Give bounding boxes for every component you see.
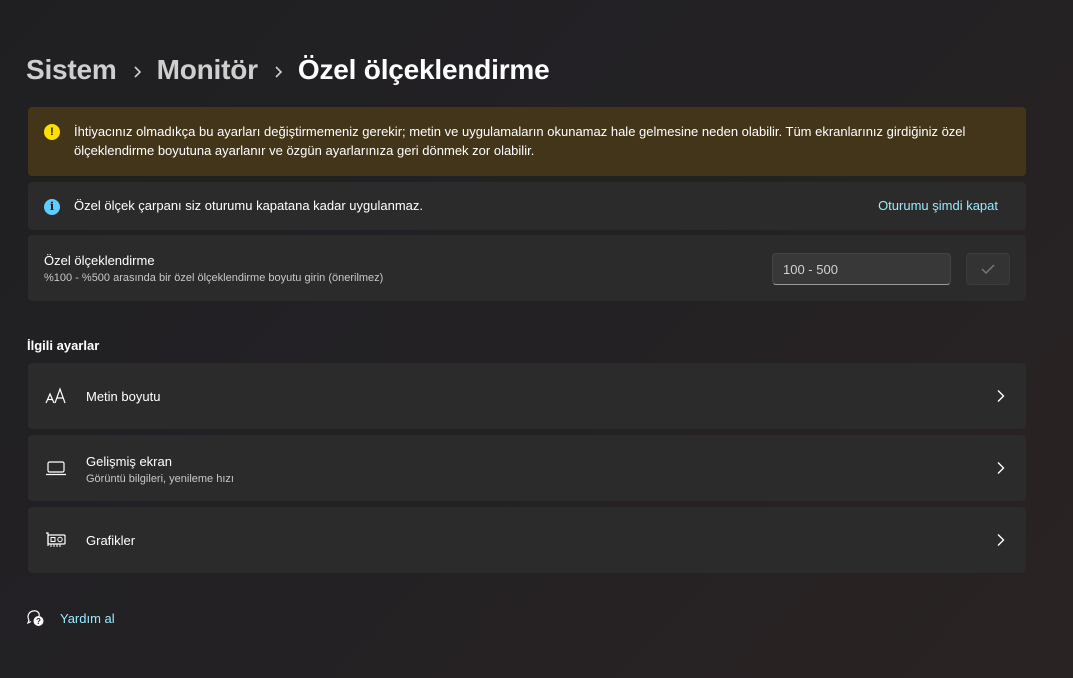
- related-item-title: Gelişmiş ekran: [86, 454, 172, 469]
- get-help-link[interactable]: ? Yardım al: [26, 608, 115, 628]
- related-item-title: Grafikler: [86, 533, 136, 548]
- text-size-icon: [44, 386, 68, 406]
- info-text: Özel ölçek çarpanı siz oturumu kapatana …: [74, 198, 424, 213]
- breadcrumb: Sistem Monitör Özel ölçeklendirme: [26, 52, 550, 88]
- breadcrumb-item-monitor[interactable]: Monitör: [157, 54, 258, 86]
- graphics-card-icon: [44, 530, 68, 550]
- related-item-advanced-display[interactable]: Gelişmiş ekran Görüntü bilgileri, yenile…: [28, 435, 1026, 501]
- custom-scaling-input[interactable]: [772, 253, 951, 285]
- related-item-graphics[interactable]: Grafikler: [28, 507, 1026, 573]
- custom-scaling-subtitle: %100 - %500 arasında bir özel ölçeklendi…: [44, 272, 384, 284]
- related-item-text-size[interactable]: Metin boyutu: [28, 363, 1026, 429]
- get-help-label: Yardım al: [60, 610, 115, 626]
- svg-text:?: ?: [36, 617, 41, 626]
- related-item-subtitle: Görüntü bilgileri, yenileme hızı: [86, 473, 234, 485]
- related-item-title: Metin boyutu: [86, 389, 161, 404]
- custom-scaling-card: Özel ölçeklendirme %100 - %500 arasında …: [28, 235, 1026, 301]
- sign-out-now-link[interactable]: Oturumu şimdi kapat: [878, 198, 998, 213]
- custom-scaling-title: Özel ölçeklendirme: [44, 253, 155, 268]
- apply-button[interactable]: [966, 253, 1010, 285]
- warning-text: İhtiyacınız olmadıkça bu ayarları değişt…: [74, 124, 966, 158]
- warning-banner: ! İhtiyacınız olmadıkça bu ayarları deği…: [28, 107, 1026, 176]
- laptop-icon: [44, 458, 68, 478]
- related-settings-heading: İlgili ayarlar: [27, 338, 100, 353]
- warning-icon: !: [44, 124, 60, 140]
- info-icon: i: [44, 199, 60, 215]
- help-chat-icon: ?: [26, 608, 46, 628]
- checkmark-icon: [981, 264, 995, 274]
- chevron-right-icon: [117, 54, 157, 86]
- breadcrumb-item-sistem[interactable]: Sistem: [26, 54, 117, 86]
- page-title: Özel ölçeklendirme: [297, 54, 550, 85]
- info-banner: i Özel ölçek çarpanı siz oturumu kapatan…: [28, 182, 1026, 230]
- chevron-right-icon: [258, 54, 298, 86]
- chevron-right-icon: [997, 462, 1005, 474]
- chevron-right-icon: [997, 534, 1005, 546]
- chevron-right-icon: [997, 390, 1005, 402]
